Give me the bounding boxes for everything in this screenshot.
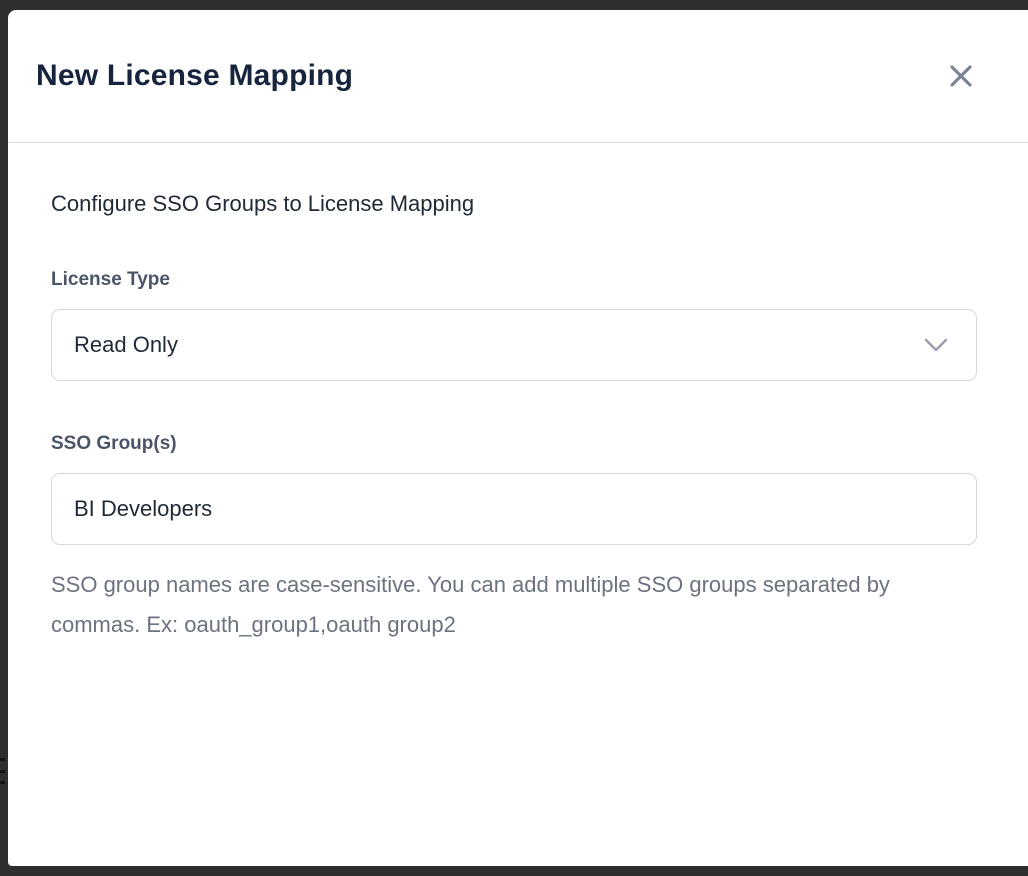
sso-groups-input[interactable]	[51, 473, 977, 545]
new-license-mapping-modal: New License Mapping Configure SSO Groups…	[8, 10, 1028, 866]
modal-body: Configure SSO Groups to License Mapping …	[8, 143, 1028, 645]
modal-subtitle: Configure SSO Groups to License Mapping	[51, 191, 985, 217]
modal-header: New License Mapping	[8, 10, 1028, 143]
chevron-down-icon	[924, 338, 948, 352]
close-button[interactable]	[942, 57, 980, 95]
license-type-select[interactable]: Read Only	[51, 309, 977, 381]
background-list-icon	[0, 758, 5, 784]
sso-groups-help-text: SSO group names are case-sensitive. You …	[51, 565, 901, 645]
modal-title: New License Mapping	[36, 59, 353, 93]
close-icon	[948, 77, 974, 92]
license-type-selected-value: Read Only	[74, 332, 178, 358]
license-type-label: License Type	[51, 269, 985, 291]
sso-groups-label: SSO Group(s)	[51, 433, 985, 455]
